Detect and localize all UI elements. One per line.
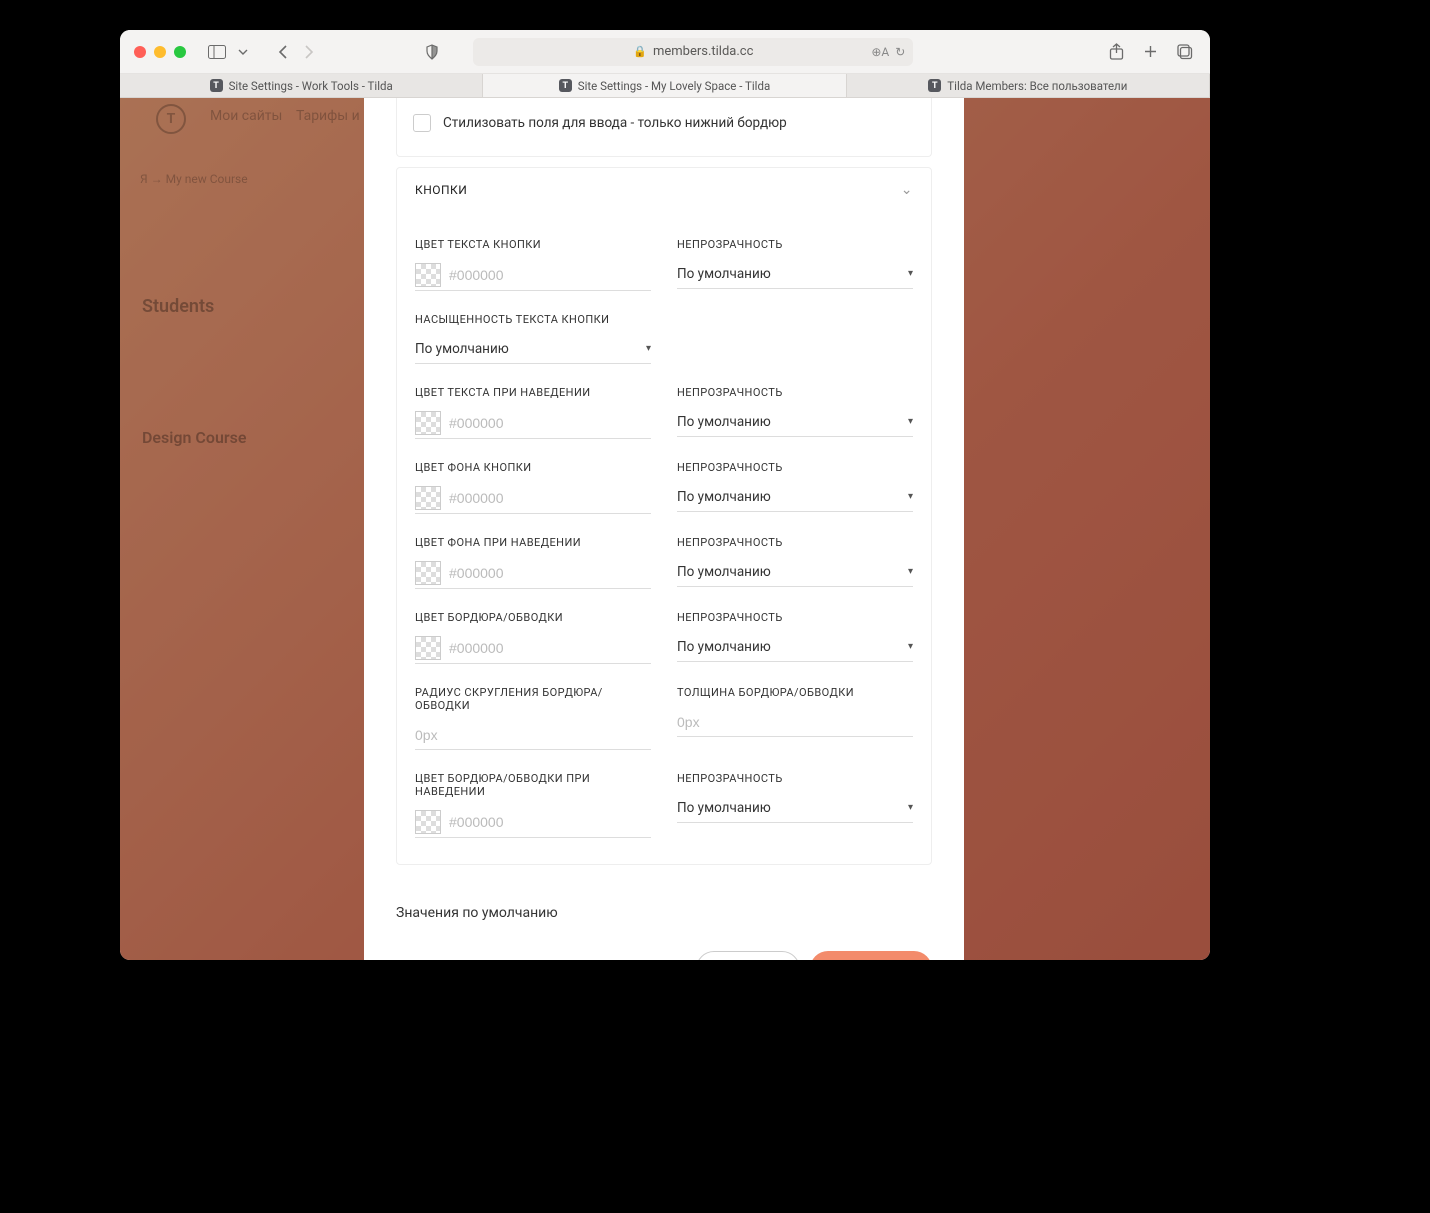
color-swatch[interactable] bbox=[415, 636, 441, 660]
page-viewport: T Мои сайты Тарифы и Я → My new Course S… bbox=[120, 98, 1210, 960]
field-label: ЦВЕТ ТЕКСТА ПРИ НАВЕДЕНИИ bbox=[415, 386, 651, 399]
reload-icon[interactable]: ↻ bbox=[895, 45, 905, 59]
new-tab-icon[interactable] bbox=[1140, 41, 1162, 63]
browser-tabs: T Site Settings - Work Tools - Tilda T S… bbox=[120, 74, 1210, 98]
browser-window: 🔒 members.tilda.cc ⊕А ↻ T Site Settings … bbox=[120, 30, 1210, 960]
color-swatch[interactable] bbox=[415, 486, 441, 510]
inputs-style-card: Стилизовать поля для ввода - только нижн… bbox=[396, 98, 932, 157]
browser-tab[interactable]: T Site Settings - Work Tools - Tilda bbox=[120, 74, 483, 97]
caret-down-icon: ▾ bbox=[646, 343, 651, 354]
field-label: НЕПРОЗРАЧНОСТЬ bbox=[677, 772, 913, 785]
opacity-select[interactable]: По умолчанию▾ bbox=[677, 482, 913, 512]
color-swatch[interactable] bbox=[415, 263, 441, 287]
dropdown-chevron-icon[interactable] bbox=[232, 41, 254, 63]
back-button[interactable] bbox=[272, 41, 294, 63]
field-label: НЕПРОЗРАЧНОСТЬ bbox=[677, 386, 913, 399]
tilda-favicon: T bbox=[928, 79, 941, 92]
share-icon[interactable] bbox=[1106, 41, 1128, 63]
caret-down-icon: ▾ bbox=[908, 566, 913, 577]
tab-label: Site Settings - Work Tools - Tilda bbox=[229, 79, 393, 93]
color-swatch[interactable] bbox=[415, 810, 441, 834]
field-label: РАДИУС СКРУГЛЕНИЯ БОРДЮРА/ОБВОДКИ bbox=[415, 686, 651, 712]
url-host: members.tilda.cc bbox=[653, 44, 753, 59]
hover-text-color-input[interactable] bbox=[449, 415, 651, 431]
field-label: НЕПРОЗРАЧНОСТЬ bbox=[677, 536, 913, 549]
button-text-color-input[interactable] bbox=[449, 267, 651, 283]
tab-label: Tilda Members: Все пользователи bbox=[947, 79, 1127, 93]
tab-label: Site Settings - My Lovely Space - Tilda bbox=[578, 79, 770, 93]
chevron-down-icon: ⌄ bbox=[901, 182, 913, 198]
field-label: ЦВЕТ ФОНА КНОПКИ bbox=[415, 461, 651, 474]
field-label: ЦВЕТ БОРДЮРА/ОБВОДКИ ПРИ НАВЕДЕНИИ bbox=[415, 772, 651, 798]
opacity-select[interactable]: По умолчанию▾ bbox=[677, 557, 913, 587]
opacity-select[interactable]: По умолчанию▾ bbox=[677, 793, 913, 823]
border-width-input[interactable] bbox=[677, 707, 913, 737]
field-label: НАСЫЩЕННОСТЬ ТЕКСТА КНОПКИ bbox=[415, 313, 651, 326]
lock-icon: 🔒 bbox=[633, 45, 647, 58]
panel-title: КНОПКИ bbox=[415, 183, 467, 197]
defaults-link[interactable]: Значения по умолчанию bbox=[396, 905, 932, 921]
browser-tab[interactable]: T Tilda Members: Все пользователи bbox=[847, 74, 1210, 97]
caret-down-icon: ▾ bbox=[908, 802, 913, 813]
url-bar[interactable]: 🔒 members.tilda.cc ⊕А ↻ bbox=[473, 38, 913, 66]
border-radius-input[interactable] bbox=[415, 720, 651, 750]
bottom-border-checkbox[interactable] bbox=[413, 114, 431, 132]
text-weight-select[interactable]: По умолчанию▾ bbox=[415, 334, 651, 364]
cancel-button[interactable]: Отмена bbox=[696, 951, 800, 960]
opacity-select[interactable]: По умолчанию▾ bbox=[677, 259, 913, 289]
maximize-window-button[interactable] bbox=[174, 46, 186, 58]
browser-tab[interactable]: T Site Settings - My Lovely Space - Tild… bbox=[483, 74, 846, 97]
browser-toolbar: 🔒 members.tilda.cc ⊕А ↻ bbox=[120, 30, 1210, 74]
opacity-select[interactable]: По умолчанию▾ bbox=[677, 407, 913, 437]
caret-down-icon: ▾ bbox=[908, 641, 913, 652]
field-label: НЕПРОЗРАЧНОСТЬ bbox=[677, 238, 913, 251]
minimize-window-button[interactable] bbox=[154, 46, 166, 58]
buttons-panel: КНОПКИ ⌄ ЦВЕТ ТЕКСТА КНОПКИ bbox=[396, 167, 932, 865]
field-label: НЕПРОЗРАЧНОСТЬ bbox=[677, 461, 913, 474]
field-label: ЦВЕТ БОРДЮРА/ОБВОДКИ bbox=[415, 611, 651, 624]
traffic-lights bbox=[134, 46, 186, 58]
caret-down-icon: ▾ bbox=[908, 268, 913, 279]
bg-color-input[interactable] bbox=[449, 490, 651, 506]
forward-button[interactable] bbox=[298, 41, 320, 63]
field-label: ЦВЕТ ФОНА ПРИ НАВЕДЕНИИ bbox=[415, 536, 651, 549]
color-swatch[interactable] bbox=[415, 411, 441, 435]
border-color-input[interactable] bbox=[449, 640, 651, 656]
field-label: ЦВЕТ ТЕКСТА КНОПКИ bbox=[415, 238, 651, 251]
checkbox-label: Стилизовать поля для ввода - только нижн… bbox=[443, 115, 787, 131]
hover-border-color-input[interactable] bbox=[449, 814, 651, 830]
panel-header[interactable]: КНОПКИ ⌄ bbox=[397, 168, 931, 212]
field-label: НЕПРОЗРАЧНОСТЬ bbox=[677, 611, 913, 624]
caret-down-icon: ▾ bbox=[908, 416, 913, 427]
caret-down-icon: ▾ bbox=[908, 491, 913, 502]
close-window-button[interactable] bbox=[134, 46, 146, 58]
sidebar-toggle-icon[interactable] bbox=[206, 41, 228, 63]
color-swatch[interactable] bbox=[415, 561, 441, 585]
save-button[interactable]: Сохранить bbox=[810, 951, 932, 960]
opacity-select[interactable]: По умолчанию▾ bbox=[677, 632, 913, 662]
field-label: ТОЛЩИНА БОРДЮРА/ОБВОДКИ bbox=[677, 686, 913, 699]
tabs-overview-icon[interactable] bbox=[1174, 41, 1196, 63]
tilda-favicon: T bbox=[210, 79, 223, 92]
translate-icon[interactable]: ⊕А bbox=[871, 45, 889, 59]
tilda-favicon: T bbox=[559, 79, 572, 92]
shield-icon[interactable] bbox=[421, 41, 443, 63]
settings-modal: Стилизовать поля для ввода - только нижн… bbox=[364, 98, 964, 960]
hover-bg-color-input[interactable] bbox=[449, 565, 651, 581]
